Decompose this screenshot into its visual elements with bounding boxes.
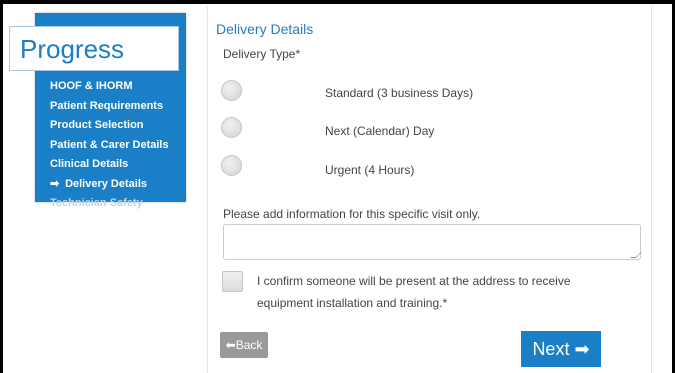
progress-step-patient-requirements[interactable]: Patient Requirements [50,97,169,117]
next-button-label: Next [532,339,570,359]
progress-step-label: Patient & Carer Details [50,138,169,151]
progress-panel: Progress HOOF & IHORM Patient Requiremen… [9,13,186,209]
progress-step-label: Technician Safety [50,197,143,209]
confirm-text: I confirm someone will be present at the… [257,274,571,310]
progress-steps: HOOF & IHORM Patient Requirements Produc… [50,77,169,214]
next-button[interactable]: Next ➡ [521,331,601,367]
radio-label-next-day: Next (Calendar) Day [325,124,435,138]
progress-step-label: Patient Requirements [50,99,164,112]
progress-step-label: Product Selection [50,119,144,131]
radio-label-urgent: Urgent (4 Hours) [325,163,415,177]
progress-step-label: Clinical Details [50,158,129,170]
radio-urgent[interactable] [221,155,242,176]
section-title: Delivery Details [216,21,314,37]
progress-step-product-selection[interactable]: Product Selection [50,116,169,136]
radio-standard[interactable] [221,80,242,101]
progress-step-delivery-details[interactable]: ➡ Delivery Details [50,175,169,195]
back-button[interactable]: ⬅Back [220,332,268,358]
visit-info-label: Please add information for this specific… [223,207,481,221]
progress-step-clinical-details[interactable]: Clinical Details [50,155,169,175]
window-frame-top [0,0,675,4]
arrow-left-icon: ⬅ [225,338,236,352]
back-button-label: Back [235,338,263,352]
progress-step-label: HOOF & IHORM [50,80,133,92]
progress-step-hoof-ihorm[interactable]: HOOF & IHORM [50,77,169,97]
radio-next-day[interactable] [221,117,242,138]
confirm-checkbox[interactable] [222,271,243,292]
progress-step-technician-safety: Technician Safety [50,194,169,214]
progress-step-patient-carer-details[interactable]: Patient & Carer Details [50,136,169,156]
radio-label-standard: Standard (3 business Days) [325,86,474,100]
visit-info-textarea[interactable] [223,224,641,260]
delivery-type-label: Delivery Type* [223,47,301,61]
arrow-right-icon: ➡ [50,177,60,190]
arrow-right-icon: ➡ [574,339,590,359]
progress-title: Progress [9,26,179,71]
window-frame-left [0,0,3,373]
form-card [207,6,652,373]
progress-step-label: Delivery Details [65,177,147,190]
